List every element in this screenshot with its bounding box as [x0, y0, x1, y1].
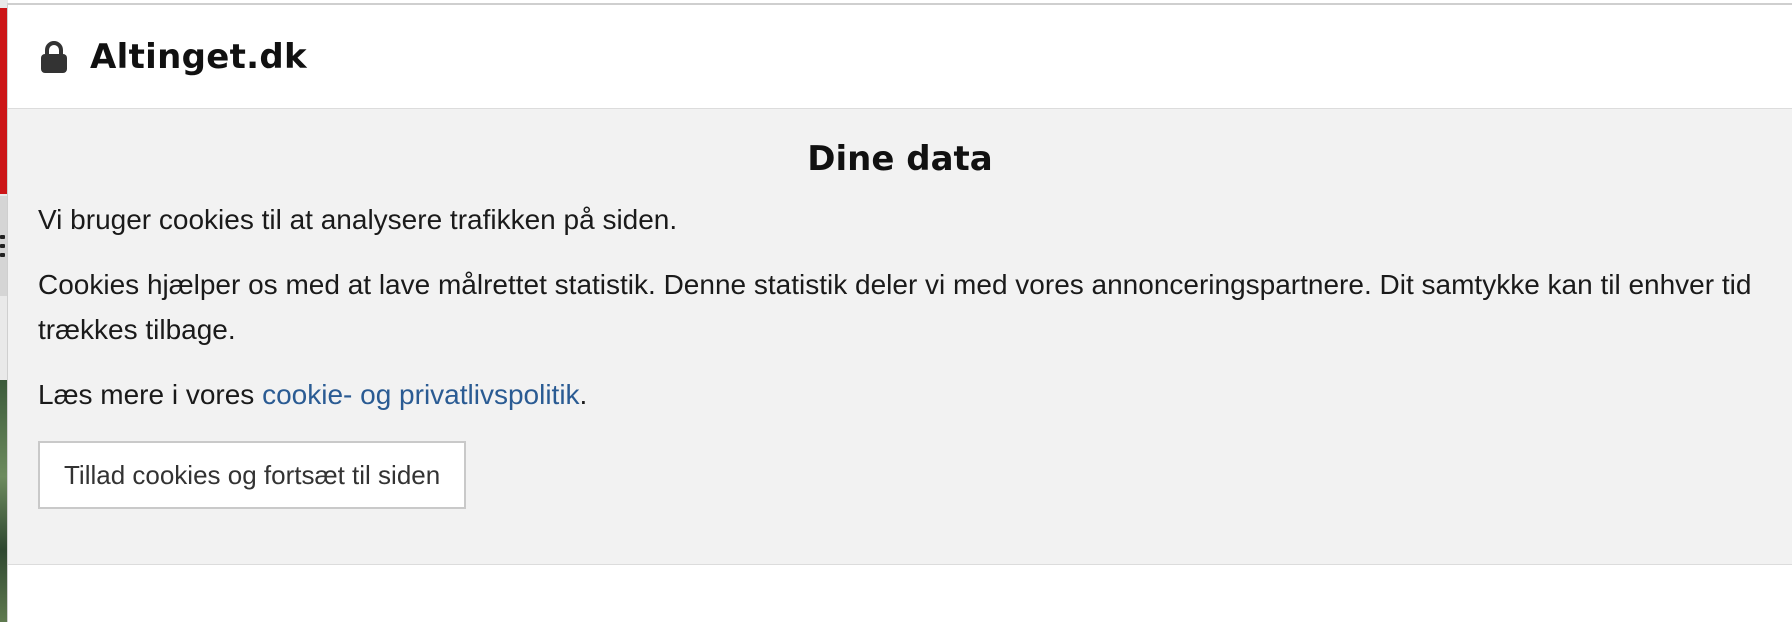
dialog-title: Dine data [807, 139, 993, 179]
page: Altinget.dk Dine data Vi bruger cookies … [0, 0, 1792, 622]
accept-cookies-button[interactable]: Tillad cookies og fortsæt til siden [38, 441, 467, 509]
cookie-consent-dialog: Altinget.dk Dine data Vi bruger cookies … [7, 3, 1792, 622]
read-more-suffix: . [579, 379, 588, 410]
cookie-intro-text: Vi bruger cookies til at analysere trafi… [38, 204, 678, 235]
privacy-policy-link[interactable]: cookie- og privatlivspolitik [262, 379, 579, 410]
site-name: Altinget.dk [90, 36, 307, 77]
read-more-prefix: Læs mere i vores [38, 379, 263, 410]
background-menu-icon [0, 235, 6, 257]
dialog-body: Dine data Vi bruger cookies til at analy… [8, 109, 1792, 565]
read-more-text: Læs mere i vores cookie- og privatlivspo… [38, 372, 1762, 417]
lock-icon [40, 40, 68, 74]
dialog-header: Altinget.dk [8, 5, 1792, 109]
cookie-description-text: Cookies hjælper os med at lave målrettet… [38, 269, 1752, 345]
